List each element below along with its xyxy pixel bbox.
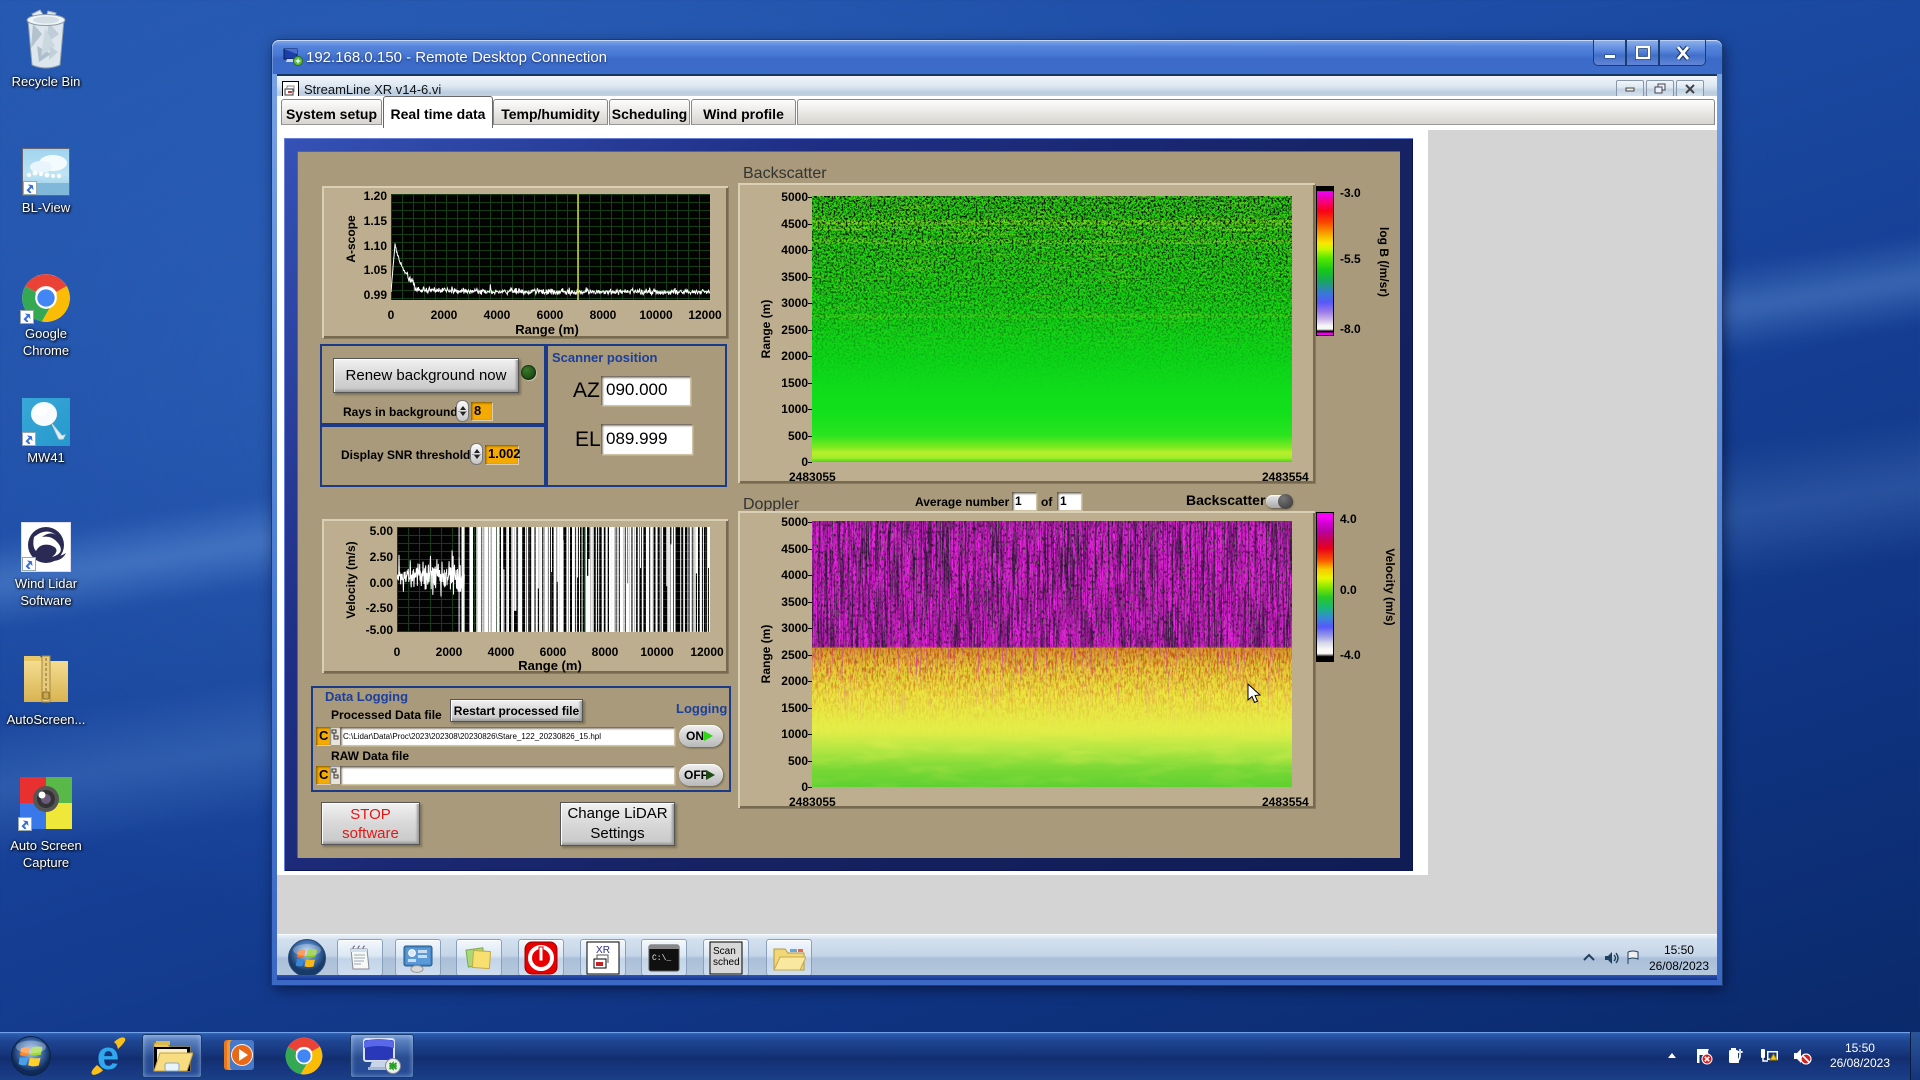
- svg-text:Scan: Scan: [713, 946, 736, 957]
- svg-text:XR: XR: [596, 945, 610, 956]
- svg-text:sched: sched: [713, 957, 740, 968]
- svg-text:C:\_: C:\_: [652, 954, 671, 963]
